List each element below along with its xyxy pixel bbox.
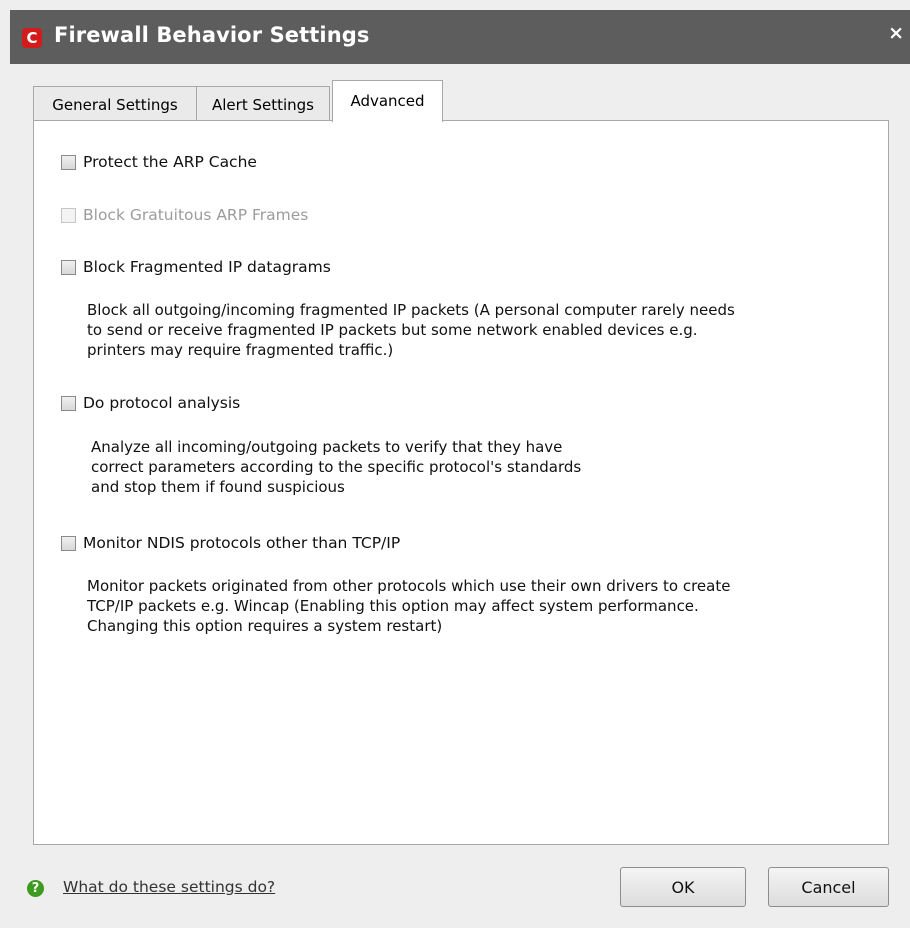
- option-label: Monitor NDIS protocols other than TCP/IP: [83, 534, 401, 552]
- checkbox-protocol-analysis[interactable]: [61, 395, 76, 411]
- option-protocol-analysis[interactable]: Do protocol analysis: [61, 394, 240, 412]
- description-line: Monitor packets originated from other pr…: [87, 577, 731, 595]
- description-line: printers may require fragmented traffic.…: [87, 341, 394, 359]
- title-bar: C Firewall Behavior Settings ×: [10, 10, 910, 64]
- ok-button[interactable]: OK: [620, 867, 746, 907]
- option-label: Protect the ARP Cache: [83, 153, 257, 171]
- window-title: Firewall Behavior Settings: [54, 23, 370, 47]
- tab-advanced[interactable]: Advanced: [332, 80, 443, 122]
- tab-alert-settings[interactable]: Alert Settings: [196, 86, 330, 120]
- checkbox-block-gratuitous-arp: [61, 207, 76, 223]
- description-line: Analyze all incoming/outgoing packets to…: [91, 438, 563, 456]
- description-protocol-analysis: Analyze all incoming/outgoing packets to…: [91, 437, 581, 497]
- description-line: TCP/IP packets e.g. Wincap (Enabling thi…: [87, 597, 699, 615]
- description-line: correct parameters according to the spec…: [91, 458, 582, 476]
- tab-general-settings[interactable]: General Settings: [33, 86, 197, 120]
- description-line: Block all outgoing/incoming fragmented I…: [87, 301, 735, 319]
- cancel-button[interactable]: Cancel: [768, 867, 889, 907]
- option-label: Block Fragmented IP datagrams: [83, 258, 331, 276]
- option-monitor-ndis[interactable]: Monitor NDIS protocols other than TCP/IP: [61, 534, 400, 552]
- description-line: and stop them if found suspicious: [91, 478, 345, 496]
- description-line: to send or receive fragmented IP packets…: [87, 321, 698, 339]
- option-label: Do protocol analysis: [83, 394, 241, 412]
- help-link[interactable]: What do these settings do?: [63, 878, 275, 896]
- description-monitor-ndis: Monitor packets originated from other pr…: [87, 576, 730, 636]
- option-block-gratuitous-arp: Block Gratuitous ARP Frames: [61, 206, 308, 224]
- checkbox-monitor-ndis[interactable]: [61, 535, 76, 551]
- option-block-fragmented-ip[interactable]: Block Fragmented IP datagrams: [61, 258, 331, 276]
- help-icon: ?: [27, 880, 44, 897]
- description-line: Changing this option requires a system r…: [87, 617, 443, 635]
- description-block-fragmented-ip: Block all outgoing/incoming fragmented I…: [87, 300, 735, 360]
- checkbox-block-fragmented-ip[interactable]: [61, 259, 76, 275]
- option-label: Block Gratuitous ARP Frames: [83, 206, 309, 224]
- option-protect-arp-cache[interactable]: Protect the ARP Cache: [61, 153, 257, 171]
- close-icon[interactable]: ×: [888, 22, 904, 44]
- checkbox-protect-arp-cache[interactable]: [61, 154, 76, 170]
- advanced-settings-panel: Protect the ARP Cache Block Gratuitous A…: [33, 120, 889, 845]
- comodo-logo-icon: C: [22, 28, 42, 48]
- firewall-behavior-settings-window: C Firewall Behavior Settings × General S…: [0, 0, 910, 928]
